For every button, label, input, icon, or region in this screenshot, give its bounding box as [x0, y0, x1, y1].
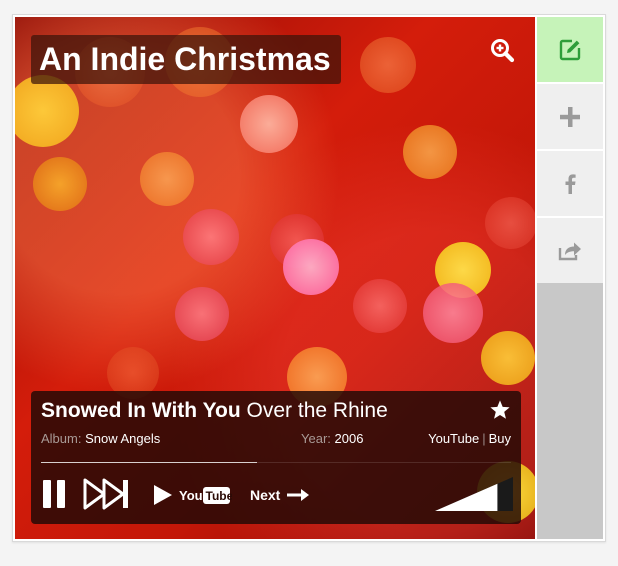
edit-button[interactable] — [537, 17, 603, 82]
youtube-tube-text: Tube — [206, 489, 233, 503]
share-button[interactable] — [537, 218, 603, 283]
bokeh-light — [435, 242, 491, 298]
youtube-you-text: You — [179, 488, 203, 503]
youtube-link[interactable]: YouTube — [428, 431, 479, 446]
link-separator: | — [482, 431, 486, 446]
zoom-in-button[interactable] — [489, 37, 517, 65]
playlist-title-box: An Indie Christmas — [31, 35, 341, 84]
next-label: Next — [250, 487, 281, 503]
bokeh-light — [140, 152, 194, 206]
share-icon — [558, 242, 581, 260]
album-name: Snow Angels — [85, 431, 161, 446]
volume-slider[interactable] — [435, 477, 513, 511]
bokeh-light — [481, 331, 535, 385]
facebook-button[interactable] — [537, 151, 603, 216]
bokeh-light — [485, 197, 535, 249]
playlist-cover-image: An Indie Christmas Snowed In With You Ov… — [15, 17, 535, 539]
arrow-right-icon — [287, 489, 310, 501]
pause-button[interactable] — [41, 479, 67, 509]
buy-link[interactable]: Buy — [489, 431, 511, 446]
add-button[interactable] — [537, 84, 603, 149]
year-value: 2006 — [334, 431, 364, 446]
favorite-button[interactable] — [489, 399, 511, 421]
zoom-in-icon — [491, 39, 515, 63]
bokeh-light — [270, 214, 324, 268]
bokeh-light — [240, 95, 298, 153]
action-sidebar — [537, 17, 603, 539]
bokeh-light — [15, 75, 79, 147]
bokeh-light — [403, 125, 457, 179]
track-title: Snowed In With You Over the Rhine — [41, 399, 388, 423]
artist-name: Over the Rhine — [246, 399, 388, 422]
star-icon — [490, 400, 510, 419]
progress-fill — [41, 462, 258, 463]
skip-forward-button[interactable] — [83, 477, 131, 511]
playlist-widget: An Indie Christmas Snowed In With You Ov… — [12, 14, 606, 542]
music-player: Snowed In With You Over the Rhine Album:… — [31, 391, 521, 524]
album-info: Album: Snow Angels — [41, 431, 160, 447]
add-icon — [560, 106, 580, 127]
skip-forward-icon — [83, 478, 128, 510]
pause-icon — [43, 480, 65, 508]
bokeh-light — [175, 287, 229, 341]
year-label: Year: — [301, 431, 331, 446]
track-meta: Album: Snow Angels Year: 2006 YouTube | Bu… — [41, 431, 511, 447]
edit-icon — [559, 39, 581, 60]
song-title: Snowed In With You — [41, 399, 241, 422]
album-label: Album: — [41, 431, 82, 446]
bokeh-light — [353, 279, 407, 333]
bokeh-light — [360, 37, 416, 93]
track-links: YouTube | Buy — [428, 431, 511, 447]
youtube-play-icon: You Tube — [154, 485, 234, 505]
bokeh-light — [283, 239, 339, 295]
facebook-icon — [565, 173, 576, 194]
progress-bar[interactable] — [41, 462, 511, 463]
year-info: Year: 2006 — [301, 431, 363, 447]
bokeh-light — [33, 157, 87, 211]
next-track-button[interactable]: Next — [250, 484, 310, 506]
playlist-title: An Indie Christmas — [39, 41, 331, 77]
volume-icon — [435, 477, 513, 511]
bokeh-light — [423, 283, 483, 343]
youtube-play-button[interactable]: You Tube — [152, 483, 234, 507]
bokeh-light — [183, 209, 239, 265]
